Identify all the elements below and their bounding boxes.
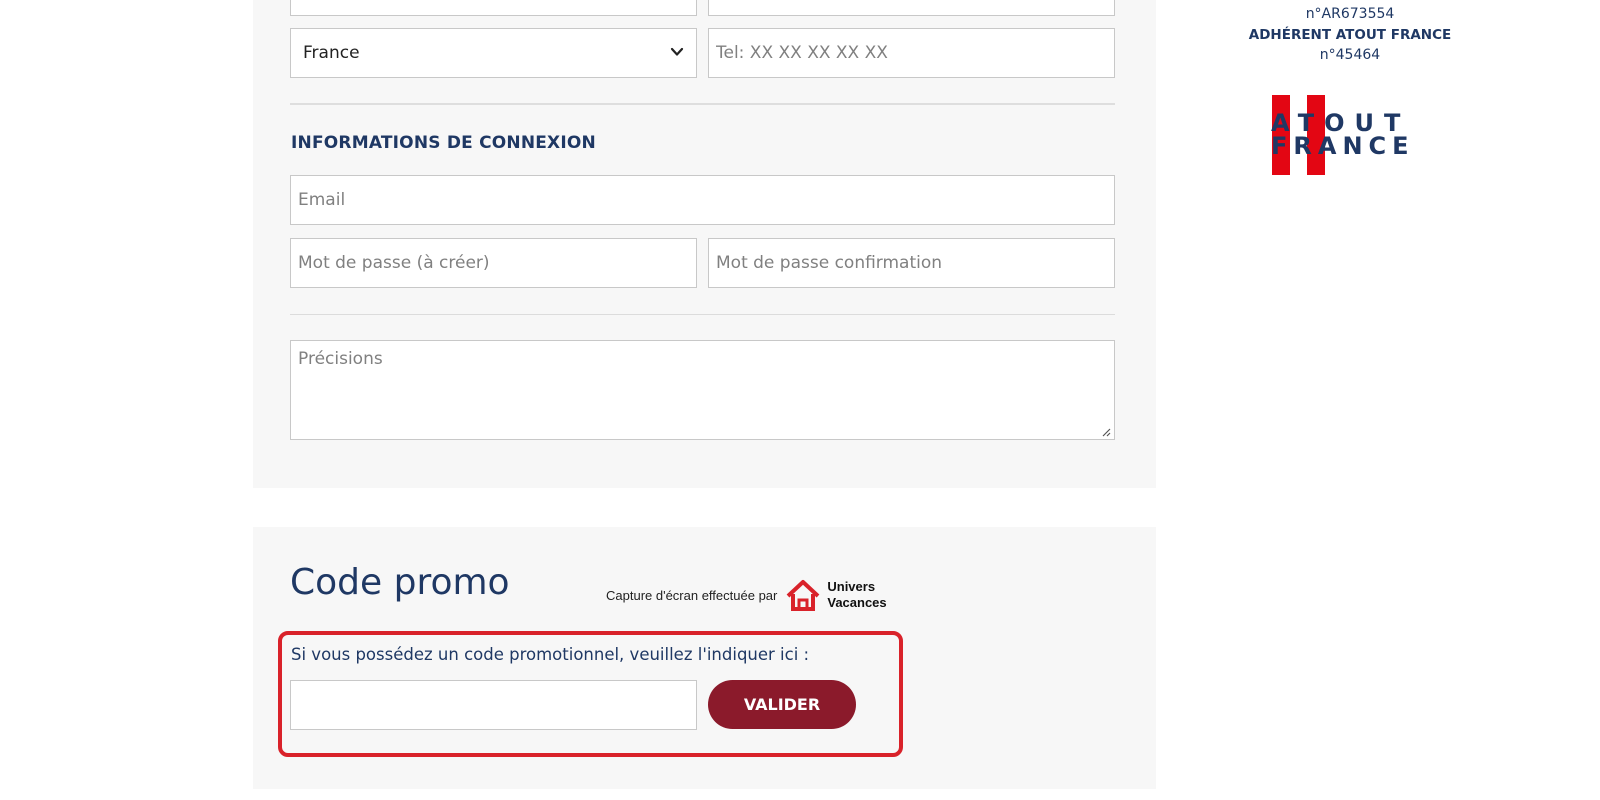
section-divider xyxy=(290,103,1115,105)
previous-right-field[interactable] xyxy=(708,0,1115,16)
promo-title: Code promo xyxy=(290,562,510,603)
email-input[interactable] xyxy=(290,175,1115,225)
credit-brand: Univers Vacances xyxy=(827,579,886,611)
membership-number: n°45464 xyxy=(1319,47,1381,63)
chevron-down-icon xyxy=(670,47,684,56)
svg-text:FRANCE: FRANCE xyxy=(1271,132,1415,160)
previous-left-field[interactable] xyxy=(290,0,697,16)
country-select-value: France xyxy=(303,43,360,63)
registration-number: n°AR673554 xyxy=(1305,6,1395,22)
login-section-title: INFORMATIONS DE CONNEXION xyxy=(291,133,596,153)
resize-grip-icon[interactable] xyxy=(1101,427,1111,437)
promo-code-input[interactable] xyxy=(290,680,697,730)
credit-text: Capture d'écran effectuée par xyxy=(606,587,778,603)
phone-input[interactable] xyxy=(708,28,1115,78)
password-confirm-input[interactable] xyxy=(708,238,1115,288)
membership-label: ADHÉRENT ATOUT FRANCE xyxy=(1248,27,1452,43)
validate-promo-button[interactable]: VALIDER xyxy=(708,680,856,729)
screenshot-credit: Capture d'écran effectuée par Univers Va… xyxy=(606,578,887,612)
precisions-textarea[interactable] xyxy=(290,340,1115,440)
atout-france-logo: ATOUT FRANCE xyxy=(1271,95,1415,175)
password-input[interactable] xyxy=(290,238,697,288)
country-select[interactable]: France xyxy=(290,28,697,78)
credit-brand-line2: Vacances xyxy=(827,595,887,610)
section-divider xyxy=(290,314,1115,315)
promo-instruction: Si vous possédez un code promotionnel, v… xyxy=(291,645,810,664)
credit-brand-line1: Univers xyxy=(827,579,876,594)
house-logo-icon xyxy=(786,580,820,611)
